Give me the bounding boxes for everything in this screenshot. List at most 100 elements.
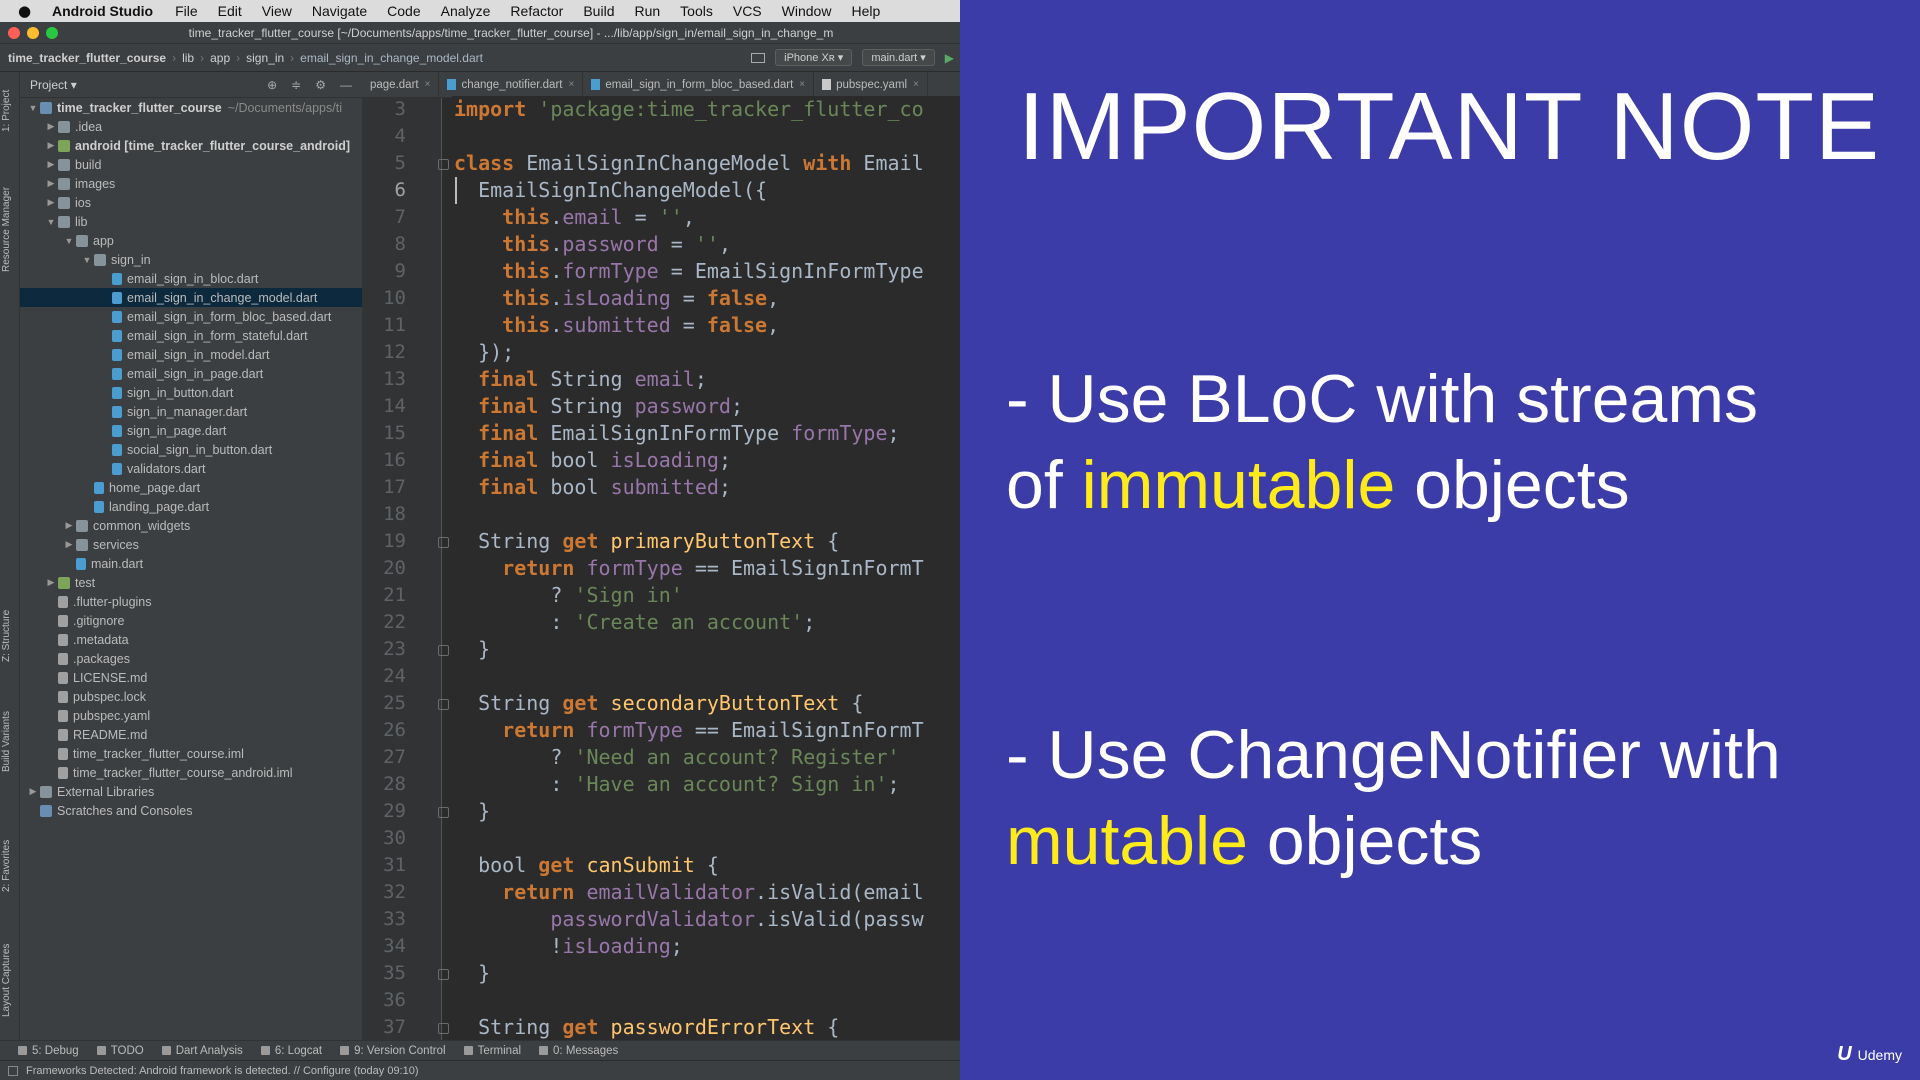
editor-tab[interactable]: change_notifier.dart × [439,72,584,97]
tree-item[interactable]: time_tracker_flutter_course.iml [20,744,362,763]
tree-item[interactable]: sign_in_button.dart [20,383,362,402]
close-tab-icon[interactable]: × [425,79,431,90]
tree-item[interactable]: ▼ app [20,231,362,250]
build-variants-tool-button[interactable]: Build Variants [1,711,12,772]
tree-item[interactable]: email_sign_in_model.dart [20,345,362,364]
tree-item[interactable]: pubspec.yaml [20,706,362,725]
menu-analyze[interactable]: Analyze [441,3,491,19]
minimize-window-icon[interactable] [27,26,39,39]
collapsed-arrow-icon[interactable]: ▶ [44,178,58,189]
tree-item[interactable]: Scratches and Consoles [20,801,362,820]
menu-app-name[interactable]: Android Studio [52,3,153,19]
collapsed-arrow-icon[interactable]: ▶ [26,786,40,797]
tool-window-button[interactable]: Dart Analysis [161,1045,243,1057]
tool-window-button[interactable]: TODO [96,1045,144,1057]
tool-window-button[interactable]: 9: Version Control [340,1045,446,1057]
menu-file[interactable]: File [175,3,198,19]
collapse-all-icon[interactable]: ≑ [291,78,301,92]
menu-run[interactable]: Run [634,3,660,19]
close-tab-icon[interactable]: × [568,79,574,90]
collapsed-arrow-icon[interactable]: ▶ [44,197,58,208]
tree-item[interactable]: ▶ images [20,174,362,193]
expanded-arrow-icon[interactable]: ▼ [44,217,58,227]
menu-window[interactable]: Window [782,3,832,19]
tree-item[interactable]: ▼ time_tracker_flutter_course ~/Documents/… [20,98,362,117]
menu-help[interactable]: Help [851,3,880,19]
tree-item[interactable]: .packages [20,649,362,668]
breadcrumb-app[interactable]: app [210,51,230,65]
tool-window-button[interactable]: 6: Logcat [260,1045,322,1057]
tree-item[interactable]: ▶ .idea [20,117,362,136]
tree-item[interactable]: social_sign_in_button.dart [20,440,362,459]
gear-icon[interactable]: ⚙ [315,78,326,92]
run-config-selector[interactable]: main.dart ▾ [862,49,935,66]
tool-window-button[interactable]: 0: Messages [539,1045,618,1057]
resource-manager-tool-button[interactable]: Resource Manager [1,187,12,272]
menu-tools[interactable]: Tools [680,3,713,19]
fold-toggle-icon[interactable] [436,798,452,825]
fold-toggle-icon[interactable] [436,636,452,663]
tree-item[interactable]: validators.dart [20,459,362,478]
editor-tab[interactable]: pubspec.yaml × [814,72,928,97]
layout-captures-tool-button[interactable]: Layout Captures [1,944,12,1017]
tree-item[interactable]: .metadata [20,630,362,649]
menu-edit[interactable]: Edit [218,3,242,19]
expanded-arrow-icon[interactable]: ▼ [80,255,94,265]
tree-item[interactable]: README.md [20,725,362,744]
menu-code[interactable]: Code [387,3,420,19]
tree-item[interactable]: ▼ sign_in [20,250,362,269]
tool-window-button[interactable]: Terminal [463,1045,521,1057]
project-tool-button[interactable]: 1: Project [1,90,12,132]
tree-item[interactable]: .gitignore [20,611,362,630]
fold-toggle-icon[interactable] [436,150,452,177]
tree-item[interactable]: LICENSE.md [20,668,362,687]
collapsed-arrow-icon[interactable]: ▶ [62,520,76,531]
structure-tool-button[interactable]: Z: Structure [1,610,12,662]
collapsed-arrow-icon[interactable]: ▶ [44,577,58,588]
tree-item[interactable]: sign_in_manager.dart [20,402,362,421]
collapsed-arrow-icon[interactable]: ▶ [62,539,76,550]
tree-item[interactable]: ▶ ios [20,193,362,212]
breadcrumb-lib[interactable]: lib [182,51,194,65]
fold-toggle-icon[interactable] [436,690,452,717]
tree-item[interactable]: ▶ services [20,535,362,554]
tree-item[interactable]: email_sign_in_bloc.dart [20,269,362,288]
fold-toggle-icon[interactable] [436,1014,452,1041]
close-tab-icon[interactable]: × [913,79,919,90]
tree-item[interactable]: pubspec.lock [20,687,362,706]
collapsed-arrow-icon[interactable]: ▶ [44,121,58,132]
breadcrumb-file[interactable]: email_sign_in_change_model.dart [300,51,483,65]
zoom-window-icon[interactable] [46,26,58,39]
menu-vcs[interactable]: VCS [733,3,762,19]
tree-item[interactable]: email_sign_in_form_stateful.dart [20,326,362,345]
menu-build[interactable]: Build [583,3,614,19]
expanded-arrow-icon[interactable]: ▼ [26,103,40,113]
editor-tab[interactable]: email_sign_in_form_bloc_based.dart × [583,72,815,97]
breadcrumb-project[interactable]: time_tracker_flutter_course [8,51,166,65]
device-manager-icon[interactable] [751,52,766,63]
tree-item[interactable]: email_sign_in_change_model.dart [20,288,362,307]
tree-item[interactable]: landing_page.dart [20,497,362,516]
tree-item[interactable]: ▶ test [20,573,362,592]
tree-item[interactable]: .flutter-plugins [20,592,362,611]
menu-view[interactable]: View [262,3,292,19]
menu-navigate[interactable]: Navigate [312,3,367,19]
tree-item[interactable]: sign_in_page.dart [20,421,362,440]
tree-item[interactable]: home_page.dart [20,478,362,497]
hide-icon[interactable]: — [340,78,352,92]
apple-icon[interactable]: ● [18,2,40,20]
close-tab-icon[interactable]: × [799,79,805,90]
tree-item[interactable]: ▼ lib [20,212,362,231]
breadcrumb-sign-in[interactable]: sign_in [246,51,284,65]
status-toggle-icon[interactable] [8,1065,18,1076]
locate-icon[interactable]: ⊕ [267,78,277,92]
tree-item[interactable]: ▶ android [time_tracker_flutter_course_an… [20,136,362,155]
run-icon[interactable]: ▶ [945,51,954,65]
fold-toggle-icon[interactable] [436,960,452,987]
favorites-tool-button[interactable]: 2: Favorites [1,840,12,892]
expanded-arrow-icon[interactable]: ▼ [62,236,76,246]
menu-refactor[interactable]: Refactor [510,3,563,19]
tree-item[interactable]: time_tracker_flutter_course_android.iml [20,763,362,782]
collapsed-arrow-icon[interactable]: ▶ [44,140,58,151]
editor-tab[interactable]: page.dart × [362,72,440,97]
